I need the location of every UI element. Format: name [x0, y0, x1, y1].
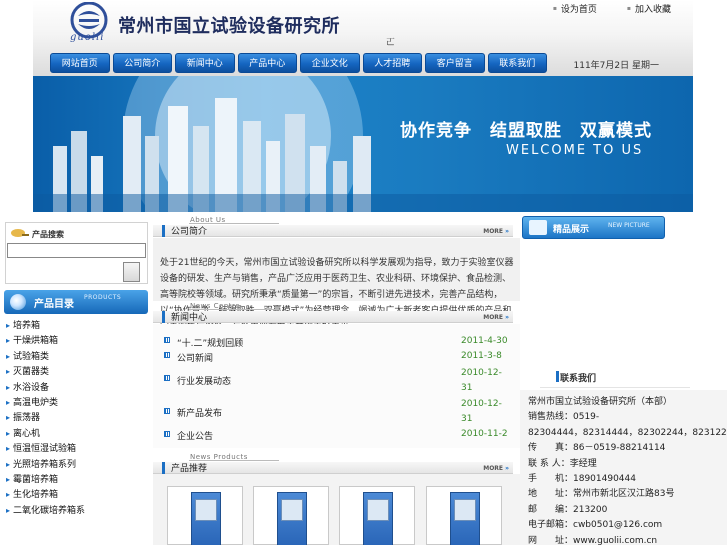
section-marker [162, 462, 165, 474]
contact-title: 联系我们 [560, 374, 597, 384]
contact-line: 手 机：18901490444 [528, 474, 636, 485]
catalog-title: 产品目录 [34, 299, 74, 310]
news-date: 2010-11-2 [461, 429, 508, 439]
products-more-link[interactable]: MORE [483, 465, 509, 472]
search-input[interactable] [7, 243, 146, 258]
product-card[interactable] [167, 486, 243, 545]
banner-slogan: 协作竞争 结盟取胜 双赢模式 [400, 121, 652, 141]
category-list: 培养箱 干燥烘箱箱 试验箱类 灭菌器类 水浴设备 高温电炉类 振荡器 离心机 恒… [6, 318, 85, 518]
top-links: 设为首页 加入收藏 [553, 2, 671, 15]
add-favorite-link[interactable]: 加入收藏 [627, 2, 671, 15]
news-title-en: News Centre [190, 302, 241, 310]
news-title-link[interactable]: 公司新闻 [177, 351, 213, 364]
featured-header: 精品展示 NEW PICTURE [522, 216, 665, 239]
category-item[interactable]: 离心机 [6, 426, 85, 441]
news-bullet-icon [164, 408, 170, 414]
contact-line: 常州市国立试验设备研究所（本部） [528, 397, 673, 407]
date-display: 111年7月2日 星期一 [573, 61, 660, 71]
nav-item-guestbook[interactable]: 客户留言 [425, 53, 485, 73]
featured-title: 精品展示 [553, 225, 590, 235]
category-item[interactable]: 振荡器 [6, 410, 85, 425]
catalog-globe-icon [10, 294, 26, 310]
search-button[interactable] [123, 262, 140, 282]
set-homepage-link[interactable]: 设为首页 [553, 2, 597, 15]
news-bullet-icon [164, 431, 170, 437]
site-header: guolii 常州市国立试验设备研究所 设为首页 加入收藏 𠀀 网站首页 公司简… [33, 0, 693, 76]
about-text: 处于21世纪的今天，常州市国立试验设备研究所以科学发展观为指导，致力于实验室仪器… [160, 258, 514, 332]
main-nav: 网站首页 公司简介 新闻中心 产品中心 企业文化 人才招聘 客户留言 联系我们 [50, 53, 547, 73]
product-catalog-header: 产品目录 PRODUCTS [4, 290, 148, 314]
news-date: 2011-4-30 [461, 336, 508, 346]
product-card[interactable] [426, 486, 502, 545]
contact-info: 常州市国立试验设备研究所（本部） 销售热线：0519- 82304444，823… [528, 395, 727, 545]
category-item[interactable]: 培养箱 [6, 318, 85, 333]
news-section-header: News Centre 新闻中心 MORE [153, 302, 513, 323]
products-section-header: News Products 产品推荐 MORE [153, 453, 513, 474]
contact-website[interactable]: 网 址：www.guolii.com.cn [528, 534, 727, 545]
catalog-title-en: PRODUCTS [84, 294, 122, 301]
logo-wordmark: guolii [70, 32, 105, 43]
contact-line: 联 系 人：李经理 [528, 458, 597, 469]
banner-welcome: WELCOME TO US [506, 143, 644, 158]
product-card[interactable] [339, 486, 415, 545]
category-item[interactable]: 二氧化碳培养箱系 [6, 503, 85, 518]
search-title: 产品搜索 [32, 230, 64, 239]
about-more-link[interactable]: MORE [483, 228, 509, 235]
nav-item-products[interactable]: 产品中心 [237, 53, 297, 73]
category-item[interactable]: 生化培养箱 [6, 487, 85, 502]
news-bullet-icon [164, 352, 170, 358]
section-marker [556, 371, 559, 382]
category-item[interactable]: 水浴设备 [6, 380, 85, 395]
contact-line: 销售热线：0519- [528, 412, 600, 423]
product-search-box: 产品搜索 [5, 222, 148, 284]
news-title: 新闻中心 [171, 313, 208, 323]
products-title: 产品推荐 [171, 464, 208, 474]
category-item[interactable]: 灭菌器类 [6, 364, 85, 379]
contact-line: 82304444，82314444，82302244，82312244 [528, 427, 727, 438]
nav-item-about[interactable]: 公司简介 [112, 53, 172, 73]
news-bullet-icon [164, 337, 170, 343]
news-title-link[interactable]: 行业发展动态 [177, 374, 231, 387]
category-item[interactable]: 恒温恒湿试验箱 [6, 441, 85, 456]
about-title-en: About Us [190, 216, 226, 224]
section-marker [162, 225, 165, 237]
category-item[interactable]: 霉菌培养箱 [6, 472, 85, 487]
news-date: 2010-12-31 [461, 368, 502, 393]
news-date: 2010-12-31 [461, 399, 502, 424]
news-title-link[interactable]: 企业公告 [177, 429, 213, 442]
news-bullet-icon [164, 375, 170, 381]
contact-line: 邮 编：213200 [528, 504, 608, 515]
nav-item-home[interactable]: 网站首页 [50, 53, 110, 73]
nav-item-culture[interactable]: 企业文化 [300, 53, 360, 73]
nav-item-jobs[interactable]: 人才招聘 [362, 53, 422, 73]
header-glyph: 𠀀 [386, 38, 396, 48]
nav-item-news[interactable]: 新闻中心 [175, 53, 235, 73]
news-title-link[interactable]: 新产品发布 [177, 406, 222, 419]
picture-icon [529, 220, 547, 235]
category-item[interactable]: 试验箱类 [6, 349, 85, 364]
category-item[interactable]: 高温电炉类 [6, 395, 85, 410]
about-section-header: About Us 公司简介 MORE [153, 216, 513, 237]
about-title: 公司简介 [171, 227, 208, 237]
news-title-link[interactable]: “十.二”规划回顾 [177, 336, 243, 349]
site-title: 常州市国立试验设备研究所 [118, 16, 340, 37]
contact-line: 地 址：常州市新北区汉江路83号 [528, 489, 675, 500]
news-more-link[interactable]: MORE [483, 314, 509, 321]
hero-banner: 协作竞争 结盟取胜 双赢模式 WELCOME TO US [33, 76, 693, 212]
divider [540, 387, 690, 388]
product-card[interactable] [253, 486, 329, 545]
products-title-en: News Products [190, 453, 248, 461]
contact-email[interactable]: 电子邮箱：cwb0501@126.com [528, 518, 727, 533]
nav-item-contact[interactable]: 联系我们 [487, 53, 547, 73]
category-item[interactable]: 光照培养箱系列 [6, 457, 85, 472]
section-marker [162, 311, 165, 323]
search-icon [11, 229, 29, 237]
news-date: 2011-3-8 [461, 351, 502, 361]
contact-line: 传 真：86－0519-88214114 [528, 443, 666, 454]
featured-title-en: NEW PICTURE [608, 222, 650, 229]
category-item[interactable]: 干燥烘箱箱 [6, 333, 85, 348]
